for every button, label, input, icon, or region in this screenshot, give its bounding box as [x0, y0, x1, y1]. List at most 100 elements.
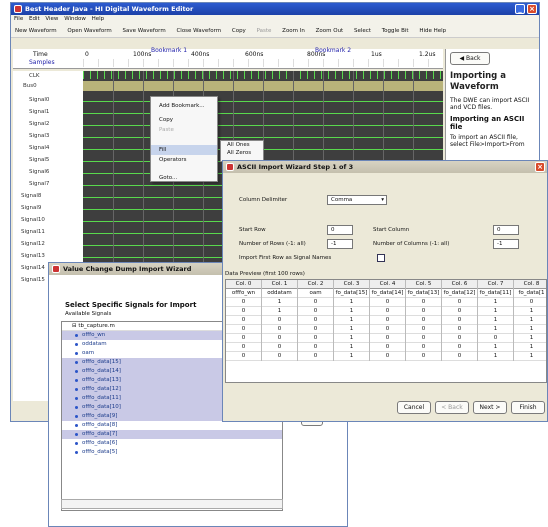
table-cell: 0 — [298, 343, 334, 352]
signal-label: offfo_data[13] — [82, 377, 121, 383]
menu-file[interactable]: File — [14, 16, 23, 22]
menu-window[interactable]: Window — [64, 16, 86, 22]
signal-name[interactable]: Bus0 — [23, 81, 77, 91]
signal-item[interactable]: offfo_data[6] — [62, 439, 282, 448]
next-button[interactable]: Next > — [473, 401, 507, 414]
signal-item[interactable]: offfo_data[5] — [62, 448, 282, 457]
table-cell: 0 — [226, 343, 262, 352]
menu-view[interactable]: View — [45, 16, 58, 22]
signal-name[interactable]: Signal0 — [29, 95, 83, 105]
paste-button[interactable]: Paste — [257, 28, 272, 34]
start-column-value: 0 — [497, 227, 501, 233]
zoom-out-button[interactable]: Zoom Out — [316, 28, 344, 34]
select-button[interactable]: Select — [354, 28, 371, 34]
cancel-button[interactable]: Cancel — [397, 401, 431, 414]
hide-help-button[interactable]: Hide Help — [419, 28, 446, 34]
back-button[interactable]: < Back — [435, 401, 469, 414]
submenu-all-ones[interactable]: All Ones — [221, 141, 263, 149]
signal-name[interactable]: Signal2 — [29, 119, 83, 129]
import-first-row-checkbox[interactable] — [377, 254, 385, 262]
preview-label: Data Preview (first 100 rows) — [225, 271, 305, 277]
vcd-available-label: Available Signals — [65, 311, 112, 317]
signal-name[interactable]: Signal5 — [29, 155, 83, 165]
signal-name[interactable]: CLK — [29, 71, 83, 81]
table-cell: 0 — [442, 298, 478, 307]
menu-copy[interactable]: Copy — [151, 115, 217, 125]
minimize-button[interactable]: _ — [515, 4, 525, 14]
signal-name[interactable]: Signal6 — [29, 167, 83, 177]
menu-goto[interactable]: Goto... — [151, 173, 217, 183]
close-button[interactable]: × — [527, 4, 537, 14]
new-waveform-button[interactable]: New Waveform — [15, 28, 57, 34]
signal-item[interactable]: offfo_data[8] — [62, 421, 282, 430]
signal-name[interactable]: Signal10 — [21, 215, 75, 225]
table-cell: 0 — [442, 352, 478, 361]
num-cols-input[interactable]: -1 — [493, 239, 519, 249]
signal-label: offfo_data[15] — [82, 359, 121, 365]
bookmark-marker[interactable]: Bookmark 1 — [151, 47, 187, 54]
vcd-scrollbar[interactable] — [61, 499, 283, 509]
delimiter-select[interactable]: Comma ▾ — [327, 195, 387, 205]
signal-name[interactable]: Signal11 — [21, 227, 75, 237]
table-cell: 1 — [514, 316, 546, 325]
finish-button[interactable]: Finish — [511, 401, 545, 414]
signal-name[interactable]: Signal13 — [21, 251, 75, 261]
table-cell: 0 — [226, 298, 262, 307]
copy-button[interactable]: Copy — [232, 28, 246, 34]
table-cell: 0 — [262, 352, 298, 361]
signal-name[interactable]: Signal7 — [29, 179, 83, 189]
table-cell: 0 — [298, 325, 334, 334]
signal-name[interactable]: Signal3 — [29, 131, 83, 141]
help-paragraph: The DWE can import ASCII and VCD files. — [450, 97, 530, 111]
table-row: 000100011 — [226, 325, 546, 334]
table-cell: 1 — [478, 325, 514, 334]
signal-item[interactable]: offfo_data[7] — [62, 430, 282, 439]
table-cell: 0 — [442, 343, 478, 352]
table-cell: 0 — [406, 334, 442, 343]
menu-fill[interactable]: Fill — [151, 145, 217, 155]
close-waveform-button[interactable]: Close Waveform — [176, 28, 221, 34]
help-back-button[interactable]: ◀ Back — [450, 52, 490, 65]
menu-paste[interactable]: Paste — [151, 125, 217, 135]
signal-bullet-icon — [75, 415, 78, 418]
bookmark-marker[interactable]: Bookmark 2 — [315, 47, 351, 54]
signal-label: offfo_data[11] — [82, 395, 121, 401]
table-cell: 0 — [262, 325, 298, 334]
signal-name[interactable]: Signal9 — [21, 203, 75, 213]
table-cell: 1 — [334, 316, 370, 325]
time-label: Time — [33, 51, 48, 58]
table-cell: 0 — [514, 298, 546, 307]
start-row-input[interactable]: 0 — [327, 225, 353, 235]
num-rows-input[interactable]: -1 — [327, 239, 353, 249]
menu-edit[interactable]: Edit — [29, 16, 40, 22]
signal-name[interactable]: Signal4 — [29, 143, 83, 153]
table-cell: 0 — [262, 343, 298, 352]
signal-label: offfo_data[9] — [82, 413, 118, 419]
signal-bullet-icon — [75, 361, 78, 364]
menu-help[interactable]: Help — [92, 16, 105, 22]
menu-operators[interactable]: Operators — [151, 155, 217, 165]
zoom-in-button[interactable]: Zoom In — [282, 28, 305, 34]
table-cell: 1 — [514, 334, 546, 343]
table-cell: 0 — [442, 316, 478, 325]
signal-name[interactable]: Signal12 — [21, 239, 75, 249]
table-row: 000100011 — [226, 352, 546, 361]
toolbar: New Waveform Open Waveform Save Waveform… — [11, 24, 539, 38]
signal-bullet-icon — [75, 406, 78, 409]
sample-ruler — [83, 59, 443, 67]
signal-bullet-icon — [75, 442, 78, 445]
table-cell: 0 — [370, 316, 406, 325]
ascii-close-button[interactable]: × — [535, 162, 545, 172]
save-waveform-button[interactable]: Save Waveform — [123, 28, 166, 34]
start-column-input[interactable]: 0 — [493, 225, 519, 235]
open-waveform-button[interactable]: Open Waveform — [67, 28, 111, 34]
column-header: Col. 7 — [478, 280, 514, 289]
menu-add-bookmark[interactable]: Add Bookmark... — [151, 101, 217, 111]
toggle-bit-button[interactable]: Toggle Bit — [382, 28, 409, 34]
signal-bullet-icon — [75, 334, 78, 337]
signal-name[interactable]: Signal8 — [21, 191, 75, 201]
submenu-all-zeros[interactable]: All Zeros — [221, 149, 263, 157]
tree-root-label: tb_capture.m — [78, 323, 115, 329]
preview-table[interactable]: Col. 0 Col. 1 Col. 2 Col. 3 Col. 4 Col. 5 Col.… — [225, 279, 547, 383]
signal-name[interactable]: Signal1 — [29, 107, 83, 117]
